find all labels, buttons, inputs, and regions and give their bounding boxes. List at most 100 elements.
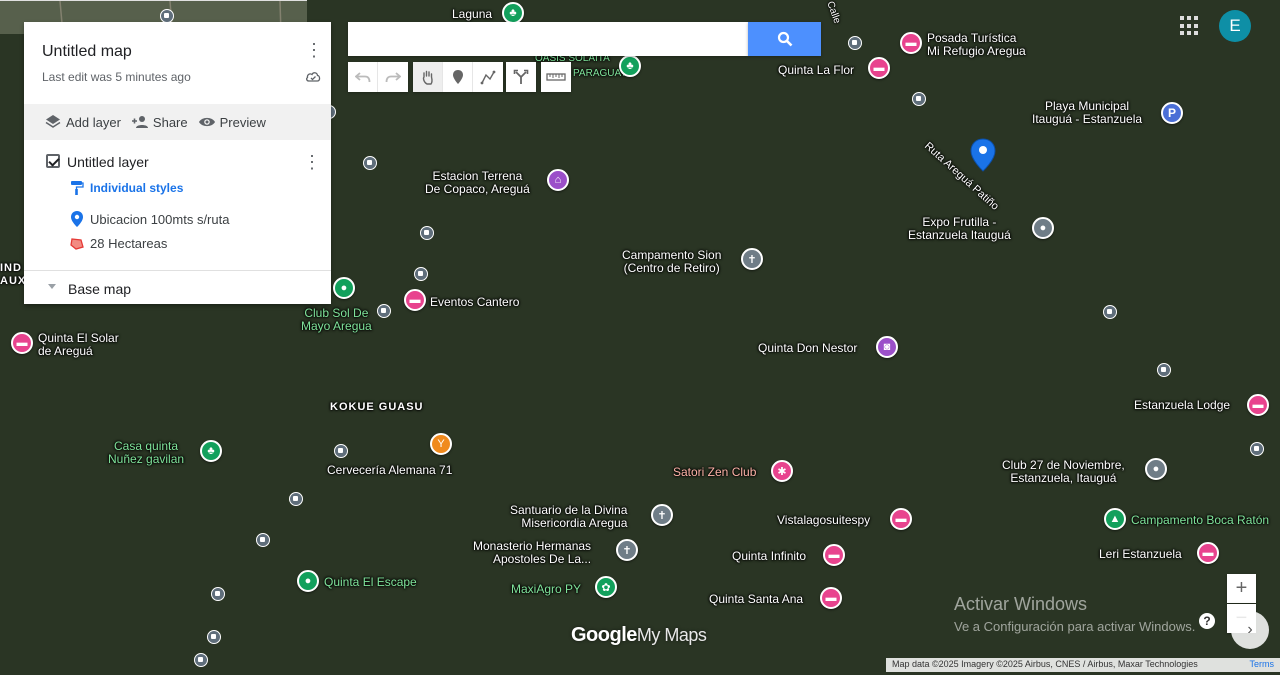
label-posada: Posada Turística Mi Refugio Aregua	[927, 31, 1026, 58]
navigation-chevron-icon[interactable]: ›	[1231, 611, 1269, 649]
zoom-in-button[interactable]: +	[1227, 574, 1256, 603]
hotel-icon[interactable]: ▬	[11, 332, 33, 354]
layer-visibility-checkbox[interactable]	[46, 154, 60, 168]
campground-icon[interactable]: ▲	[1104, 508, 1126, 530]
draw-line-button[interactable]	[473, 62, 503, 92]
label-calle: Calle	[824, 0, 843, 26]
bus-stop-icon[interactable]	[334, 444, 348, 458]
hotel-icon[interactable]: ▬	[900, 32, 922, 54]
bus-stop-icon[interactable]	[1157, 363, 1171, 377]
hotel-icon[interactable]: ▬	[823, 544, 845, 566]
bus-stop-icon[interactable]	[420, 226, 434, 240]
apps-grid-icon[interactable]	[1180, 16, 1200, 36]
measure-distance-button[interactable]	[541, 62, 571, 92]
bus-stop-icon[interactable]	[848, 36, 862, 50]
drawing-toolbar	[413, 62, 503, 92]
polygon-icon	[70, 237, 84, 250]
garden-icon[interactable]: ✿	[595, 576, 617, 598]
layer-title[interactable]: Untitled layer	[67, 154, 149, 170]
bus-stop-icon[interactable]	[211, 587, 225, 601]
base-map-section[interactable]: Base map	[24, 270, 331, 304]
marker-icon	[71, 211, 83, 227]
history-toolbar	[348, 62, 408, 92]
label-quinta-don-nestor: Quinta Don Nestor	[758, 341, 858, 355]
bus-stop-icon[interactable]	[194, 653, 208, 667]
hotel-icon[interactable]: ▬	[890, 508, 912, 530]
bar-icon[interactable]: Y	[430, 433, 452, 455]
help-icon[interactable]: ?	[1199, 613, 1215, 629]
select-hand-button[interactable]	[413, 62, 443, 92]
add-directions-button[interactable]	[506, 62, 536, 92]
map-attribution: Map data ©2025 Imagery ©2025 Airbus, CNE…	[886, 658, 1280, 672]
bus-stop-icon[interactable]	[160, 9, 174, 23]
church-icon[interactable]: ✝	[651, 504, 673, 526]
individual-styles-link[interactable]: Individual styles	[70, 180, 183, 196]
bus-stop-icon[interactable]	[1250, 442, 1264, 456]
place-icon[interactable]: ●	[297, 570, 319, 592]
hotel-icon[interactable]: ▬	[404, 289, 426, 311]
undo-icon	[354, 72, 370, 83]
label-monasterio: Monasterio Hermanas Apostoles De La...	[473, 539, 592, 566]
bus-stop-icon[interactable]	[414, 267, 428, 281]
bus-stop-icon[interactable]	[912, 92, 926, 106]
google-my-maps-logo: GoogleMy Maps	[571, 624, 707, 646]
avatar[interactable]: E	[1219, 10, 1251, 42]
add-person-icon	[131, 116, 148, 128]
terms-link[interactable]: Terms	[1250, 659, 1275, 669]
feature-item-location[interactable]: Ubicacion 100mts s/ruta	[70, 210, 229, 228]
camera-icon[interactable]: ◙	[876, 336, 898, 358]
add-layer-button[interactable]: Add layer	[44, 104, 121, 140]
label-satori: Satori Zen Club	[673, 465, 757, 479]
bus-stop-icon[interactable]	[207, 630, 221, 644]
add-marker-button[interactable]	[443, 62, 473, 92]
place-icon[interactable]: ●	[1032, 217, 1054, 239]
last-edit-status: Last edit was 5 minutes ago	[42, 70, 191, 84]
label-maxiagro: MaxiAgro PY	[511, 582, 582, 596]
layer-section: Untitled layer ⋮ Individual styles Ubica…	[24, 140, 331, 271]
feature-item-polygon[interactable]: 28 Hectareas	[70, 236, 167, 251]
draw-line-icon	[480, 70, 496, 85]
label-ind: IND AUX	[0, 262, 27, 287]
label-quinta-infinito: Quinta Infinito	[732, 549, 807, 563]
search-icon	[777, 31, 792, 47]
hotel-icon[interactable]: ▬	[1247, 394, 1269, 416]
label-quinta-la-flor: Quinta La Flor	[778, 63, 855, 77]
museum-icon[interactable]: ⌂	[547, 169, 569, 191]
bus-stop-icon[interactable]	[1103, 305, 1117, 319]
parking-icon[interactable]: P	[1161, 102, 1183, 124]
measure-toolbar	[541, 62, 571, 92]
search-button[interactable]	[748, 22, 821, 56]
hand-icon	[422, 70, 433, 85]
label-leri: Leri Estanzuela	[1099, 547, 1182, 561]
location-marker-icon[interactable]	[970, 138, 996, 172]
place-icon[interactable]: ●	[1145, 458, 1167, 480]
preview-button[interactable]: Preview	[198, 104, 266, 140]
base-map-label: Base map	[68, 281, 132, 297]
bus-stop-icon[interactable]	[256, 533, 270, 547]
paint-roller-icon	[71, 181, 84, 195]
activity-icon[interactable]: ✱	[771, 460, 793, 482]
hotel-icon[interactable]: ▬	[868, 57, 890, 79]
bus-stop-icon[interactable]	[377, 304, 391, 318]
layer-options-menu-icon[interactable]: ⋮	[303, 152, 321, 173]
church-icon[interactable]: ✝	[616, 539, 638, 561]
share-button[interactable]: Share	[131, 104, 188, 140]
bus-stop-icon[interactable]	[363, 156, 377, 170]
expand-arrow-icon[interactable]	[48, 284, 56, 289]
park-icon[interactable]: ♣	[619, 55, 641, 77]
layers-icon	[45, 115, 61, 128]
label-estacion: Estacion Terrena De Copaco, Areguá	[425, 169, 530, 196]
map-options-menu-icon[interactable]: ⋮	[305, 40, 323, 60]
bus-stop-icon[interactable]	[289, 492, 303, 506]
undo-button[interactable]	[348, 62, 378, 92]
hotel-icon[interactable]: ▬	[820, 587, 842, 609]
search-input[interactable]	[348, 22, 748, 56]
park-icon[interactable]: ♣	[200, 440, 222, 462]
place-icon[interactable]: ●	[333, 277, 355, 299]
redo-button[interactable]	[378, 62, 408, 92]
church-icon[interactable]: ✝	[741, 248, 763, 270]
hotel-icon[interactable]: ▬	[1197, 542, 1219, 564]
map-title[interactable]: Untitled map	[42, 43, 132, 61]
park-icon[interactable]: ♣	[502, 2, 524, 24]
label-santuario: Santuario de la Divina Misericordia Areg…	[510, 503, 628, 530]
